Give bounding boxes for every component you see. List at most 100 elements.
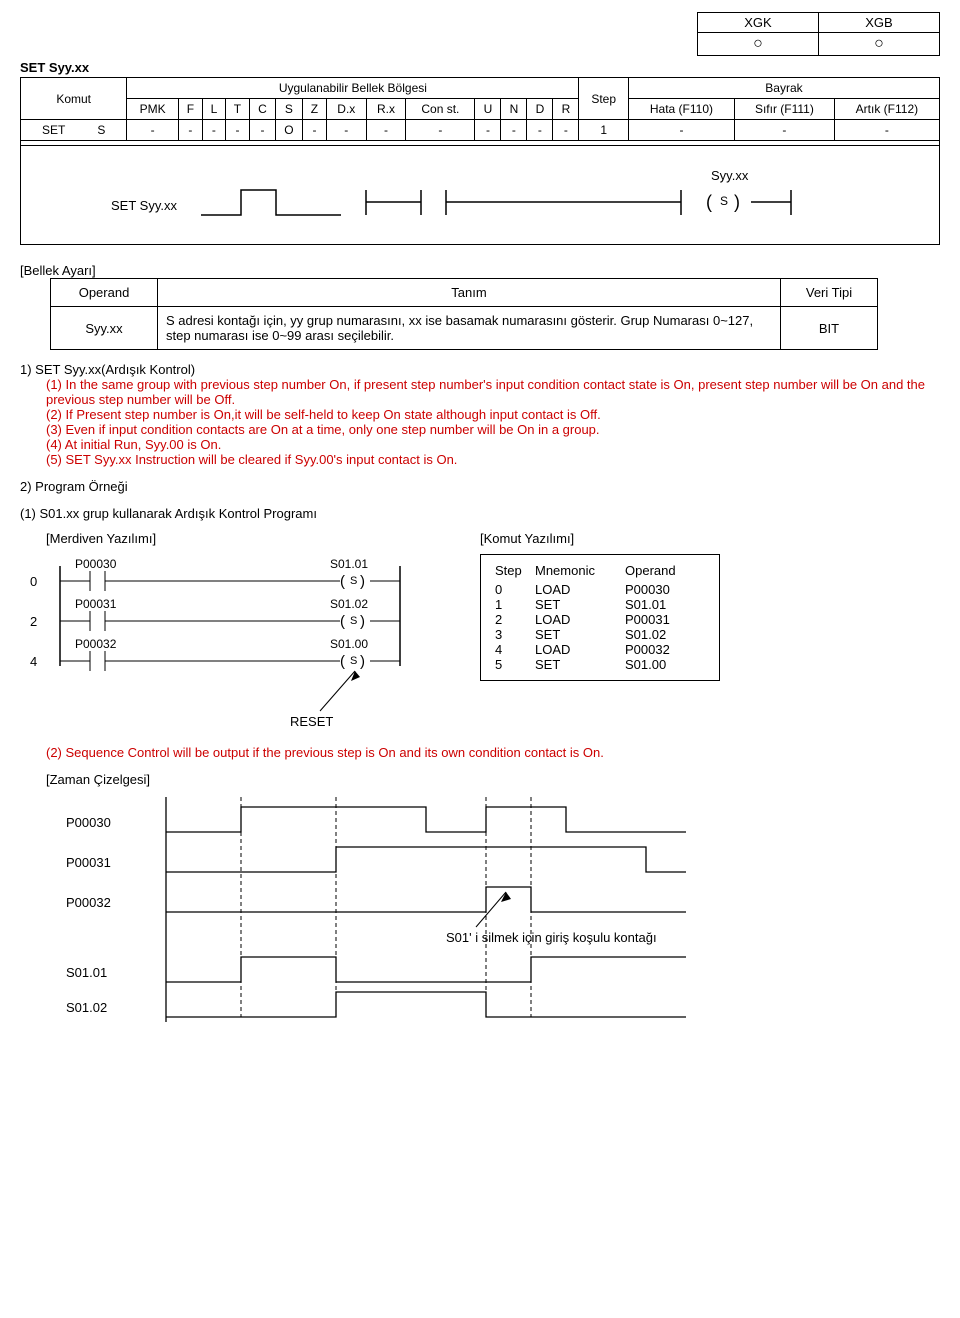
th-s: S <box>275 99 302 120</box>
th-komut: Komut <box>21 78 127 120</box>
th-rx: R.x <box>366 99 406 120</box>
mnemonic-block: [Komut Yazılımı] Step Mnemonic Operand 0… <box>480 531 720 681</box>
svg-text:S: S <box>350 655 357 667</box>
svg-text:P00031: P00031 <box>75 597 117 611</box>
c2: - <box>202 120 225 141</box>
mnemonic-row: 2LOADP00031 <box>495 612 705 627</box>
svg-text:P00030: P00030 <box>66 815 111 830</box>
sec1-p5: (5) SET Syy.xx Instruction will be clear… <box>46 452 940 467</box>
memory-setting: [Bellek Ayarı] Operand Tanım Veri Tipi S… <box>20 263 940 350</box>
section-1: 1) SET Syy.xx(Ardışık Kontrol) (1) In th… <box>20 362 940 467</box>
svg-text:P00032: P00032 <box>66 895 111 910</box>
svg-text:(: ( <box>340 653 345 670</box>
th-r: R <box>553 99 579 120</box>
symbol-diagram: SET Syy.xx Syy.xx ( S ) <box>51 160 891 230</box>
mn-h-op: Operand <box>625 563 705 578</box>
mnemonic-row: 3SETS01.02 <box>495 627 705 642</box>
th-region: Uygulanabilir Bellek Bölgesi <box>127 78 579 99</box>
sec1-p4: (4) At initial Run, Syy.00 is On. <box>46 437 940 452</box>
sec1-p1: (1) In the same group with previous step… <box>46 377 940 407</box>
th-z: Z <box>302 99 326 120</box>
svg-text:S01.01: S01.01 <box>330 557 368 571</box>
th-pmk: PMK <box>127 99 178 120</box>
section-2: 2) Program Örneği <box>20 479 940 494</box>
box-xgk: XGK ○ <box>697 12 819 56</box>
prog-title: (1) S01.xx grup kullanarak Ardışık Kontr… <box>20 506 940 521</box>
th-bayrak: Bayrak <box>628 78 939 99</box>
symbol-diagram-box: SET Syy.xx Syy.xx ( S ) <box>20 145 940 245</box>
timing-diagram: P00030 P00031 P00032 S01' i silmek için … <box>46 787 786 1027</box>
c3: - <box>225 120 249 141</box>
sec1-p3: (3) Even if input condition contacts are… <box>46 422 940 437</box>
svg-text:(: ( <box>340 573 345 590</box>
mnemonic-row: 1SETS01.01 <box>495 597 705 612</box>
ladder-title: [Merdiven Yazılımı] <box>46 531 440 546</box>
th-dx: D.x <box>326 99 366 120</box>
svg-text:): ) <box>360 613 365 630</box>
memset-h-tanim: Tanım <box>158 279 781 307</box>
th-t: T <box>225 99 249 120</box>
svg-text:S01.02: S01.02 <box>66 1000 107 1015</box>
svg-text:(: ( <box>340 613 345 630</box>
svg-text:P00031: P00031 <box>66 855 111 870</box>
mn-h-mn: Mnemonic <box>535 563 625 578</box>
diag-left-label: SET Syy.xx <box>111 198 177 213</box>
c0: - <box>127 120 178 141</box>
th-c: C <box>249 99 275 120</box>
svg-text:): ) <box>360 653 365 670</box>
memset-operand: Syy.xx <box>51 307 158 350</box>
box-xgk-label: XGK <box>698 13 818 33</box>
svg-text:S: S <box>350 615 357 627</box>
c7: - <box>326 120 366 141</box>
row-set: SET S <box>21 120 127 141</box>
th-d: D <box>527 99 553 120</box>
sec1-title: 1) SET Syy.xx(Ardışık Kontrol) <box>20 362 940 377</box>
prog-note2: (2) Sequence Control will be output if t… <box>46 745 940 760</box>
th-hata: Hata (F110) <box>628 99 734 120</box>
svg-text:S01.01: S01.01 <box>66 965 107 980</box>
c13: - <box>553 120 579 141</box>
th-sifir: Sıfır (F111) <box>734 99 834 120</box>
memset-h-op: Operand <box>51 279 158 307</box>
memset-title: [Bellek Ayarı] <box>20 263 940 278</box>
c11: - <box>501 120 527 141</box>
th-u: U <box>475 99 501 120</box>
svg-text:): ) <box>360 573 365 590</box>
product-boxes: XGK ○ XGB ○ <box>20 12 940 56</box>
memset-h-tipi: Veri Tipi <box>781 279 878 307</box>
mnemonic-row: 4LOADP00032 <box>495 642 705 657</box>
box-xgb-label: XGB <box>819 13 939 33</box>
c8: - <box>366 120 406 141</box>
c10: - <box>475 120 501 141</box>
mnemonic-title: [Komut Yazılımı] <box>480 531 720 546</box>
svg-text:S01.00: S01.00 <box>330 637 368 651</box>
svg-text:S01.02: S01.02 <box>330 597 368 611</box>
th-artik: Artık (F112) <box>834 99 939 120</box>
c16: - <box>734 120 834 141</box>
sec2-title: 2) Program Örneği <box>20 479 940 494</box>
svg-text:4: 4 <box>30 654 37 669</box>
applicability-table: Komut Uygulanabilir Bellek Bölgesi Step … <box>20 77 940 146</box>
mn-h-step: Step <box>495 563 535 578</box>
c14: 1 <box>579 120 629 141</box>
c4: - <box>249 120 275 141</box>
timing-section: [Zaman Çizelgesi] P00030 P00031 P00032 S… <box>46 772 940 1030</box>
th-l: L <box>202 99 225 120</box>
svg-text:0: 0 <box>30 574 37 589</box>
mnemonic-row: 0LOADP00030 <box>495 582 705 597</box>
box-xgk-mark: ○ <box>698 33 818 55</box>
box-xgb: XGB ○ <box>818 12 940 56</box>
th-f: F <box>178 99 202 120</box>
box-xgb-mark: ○ <box>819 33 939 55</box>
svg-text:S01' i silmek için giriş koşul: S01' i silmek için giriş koşulu kontağı <box>446 930 657 945</box>
c1: - <box>178 120 202 141</box>
svg-text:): ) <box>734 192 740 212</box>
memset-desc: S adresi kontağı için, yy grup numarasın… <box>158 307 781 350</box>
th-step: Step <box>579 78 629 120</box>
diag-right-top: Syy.xx <box>711 168 749 183</box>
svg-text:P00032: P00032 <box>75 637 117 651</box>
diag-right-sym: S <box>720 194 728 208</box>
svg-text:S: S <box>350 575 357 587</box>
c12: - <box>527 120 553 141</box>
c6: - <box>302 120 326 141</box>
